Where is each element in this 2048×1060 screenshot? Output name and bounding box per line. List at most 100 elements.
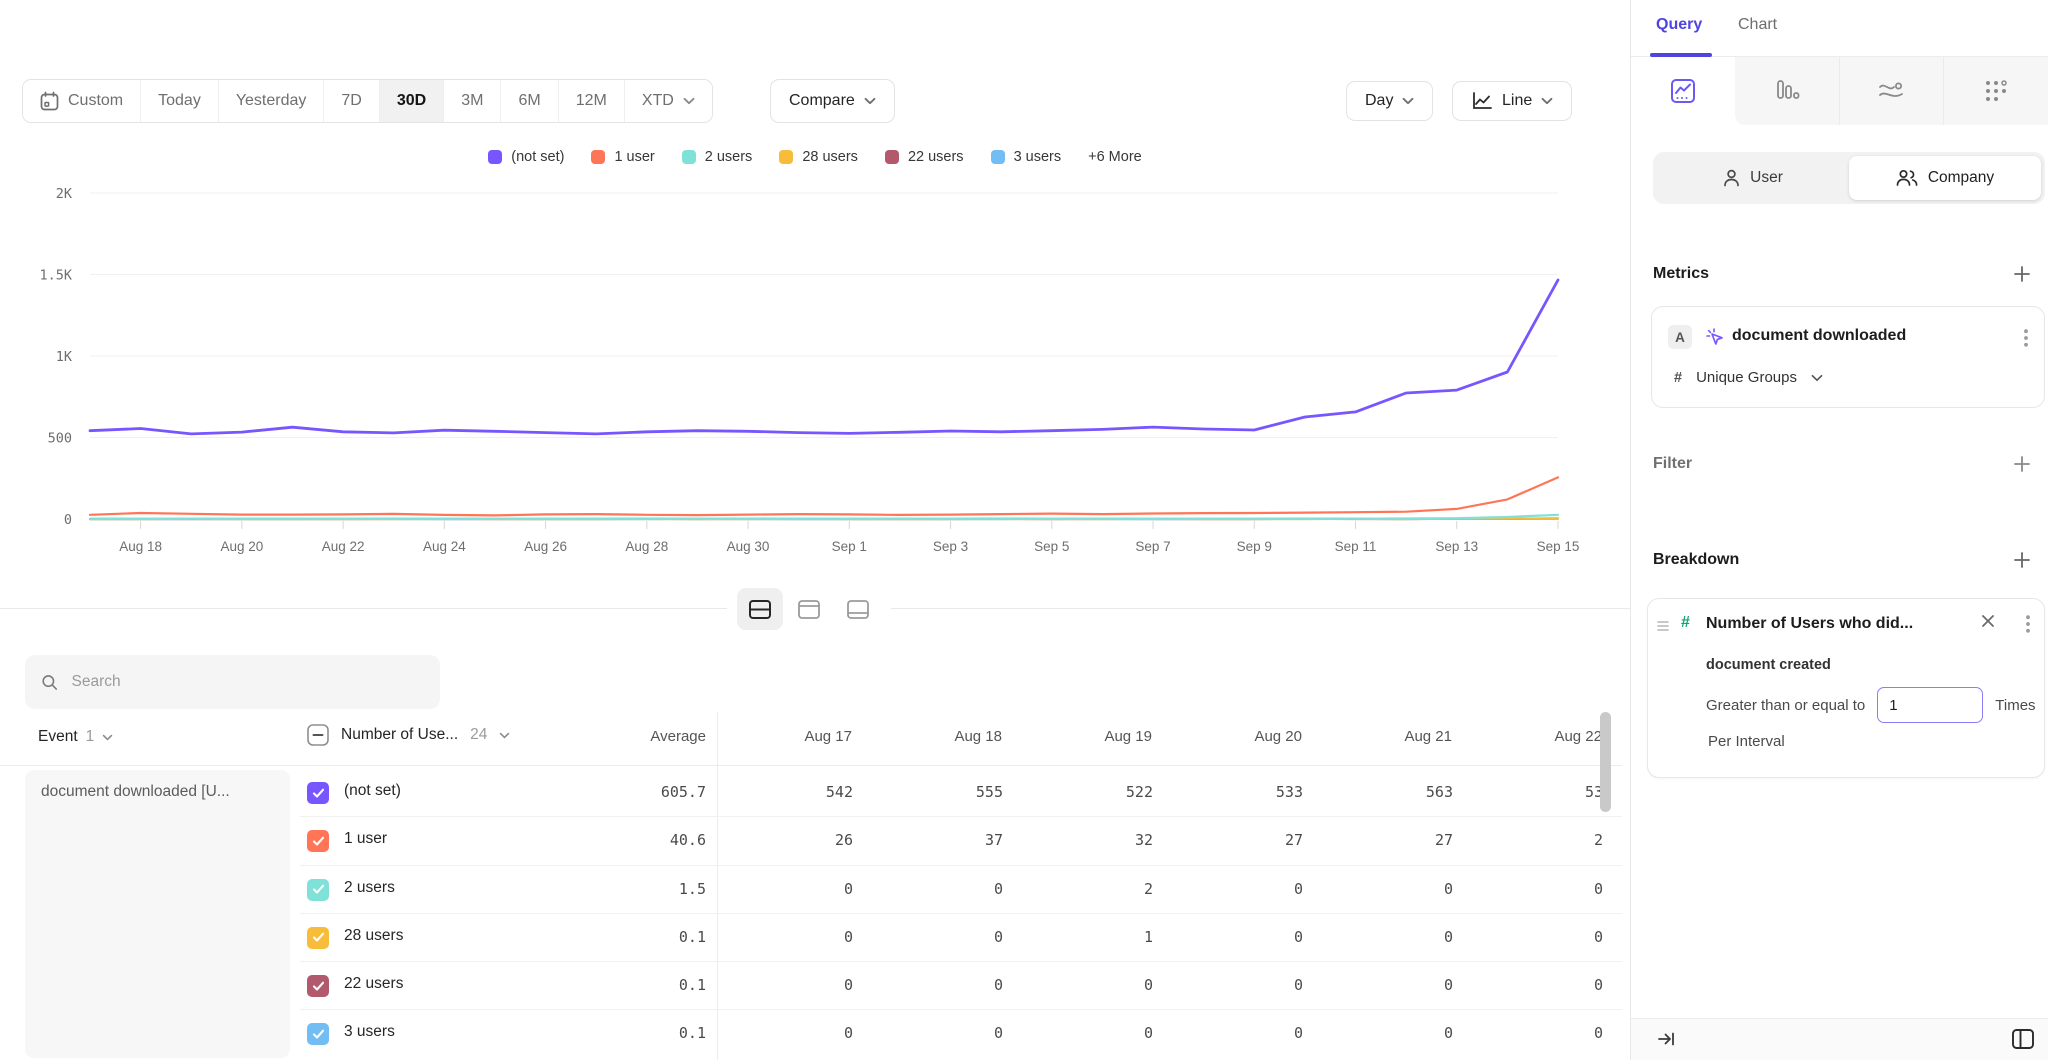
chart-type-more-button[interactable]	[1943, 57, 2048, 125]
search-input[interactable]	[71, 673, 424, 691]
range-custom[interactable]: Custom	[23, 80, 141, 122]
table-row[interactable]: 3 users0.1000000	[300, 1010, 1622, 1058]
add-metric-button[interactable]	[2010, 262, 2034, 286]
drag-handle-icon[interactable]	[1656, 619, 1670, 633]
add-filter-button[interactable]	[2010, 452, 2034, 476]
interval-button[interactable]: Day	[1346, 81, 1433, 121]
layout-chart-only-button[interactable]	[786, 588, 832, 630]
row-checkbox[interactable]	[307, 975, 329, 997]
range-today[interactable]: Today	[141, 80, 219, 122]
x-axis-tick-label: Aug 22	[322, 539, 365, 554]
cell-value: 555	[867, 783, 1017, 801]
series-line--not-set-	[90, 280, 1558, 434]
breakdown-condition-label[interactable]: Greater than or equal to	[1706, 697, 1865, 714]
row-checkbox[interactable]	[307, 1023, 329, 1045]
close-icon[interactable]	[1980, 613, 1996, 629]
add-breakdown-button[interactable]	[2010, 548, 2034, 572]
event-name-cell[interactable]: document downloaded [U...	[25, 770, 290, 1058]
segment-column-header[interactable]: Number of Use... 24	[307, 724, 510, 746]
row-average-value: 1.5	[450, 880, 706, 898]
collapse-panel-icon[interactable]	[1657, 1029, 1677, 1049]
row-average-value: 0.1	[450, 976, 706, 994]
cell-value: 0	[1317, 928, 1467, 946]
breakdown-card[interactable]: # Number of Users who did... document cr…	[1647, 598, 2045, 778]
range-label: 7D	[341, 92, 361, 110]
entity-toggle: User Company	[1653, 152, 2045, 204]
event-count: 1	[86, 728, 95, 746]
range-xtd[interactable]: XTD	[625, 80, 712, 122]
chevron-down-icon	[102, 734, 113, 741]
compare-button[interactable]: Compare	[770, 79, 895, 123]
plus-icon	[2013, 265, 2031, 283]
chart-type-funnel-button[interactable]	[1735, 57, 1839, 125]
cell-value: 2	[1467, 831, 1617, 849]
table-row[interactable]: (not set)605.754255552253356353	[300, 769, 1622, 817]
plus-icon	[2013, 455, 2031, 473]
table-row[interactable]: 2 users1.5002000	[300, 866, 1622, 914]
metric-aggregation-selector[interactable]: # Unique Groups	[1674, 369, 1823, 386]
cell-value: 542	[717, 783, 867, 801]
search-icon	[41, 673, 58, 692]
metric-card[interactable]: A document downloaded # Unique Groups	[1651, 306, 2045, 408]
chart-type-flow-button[interactable]	[1839, 57, 1944, 125]
table-row[interactable]: 22 users 0.1 000000	[300, 962, 1622, 1010]
row-checkbox[interactable]	[307, 782, 329, 804]
range-yesterday[interactable]: Yesterday	[219, 80, 325, 122]
layout-top-icon	[797, 599, 821, 620]
x-axis-tick-label: Aug 20	[220, 539, 263, 554]
chevron-down-icon	[499, 732, 510, 739]
range-3m[interactable]: 3M	[444, 80, 501, 122]
date-column-header: Aug 19	[1017, 728, 1167, 745]
entity-user-option[interactable]: User	[1657, 156, 1849, 200]
company-users-icon	[1896, 169, 1918, 187]
metric-letter-badge: A	[1668, 325, 1692, 349]
row-segment-label: (not set)	[344, 782, 401, 800]
table-row[interactable]: 28 users0.1001000	[300, 914, 1622, 962]
tab-query[interactable]: Query	[1656, 16, 1702, 34]
range-6m[interactable]: 6M	[501, 80, 558, 122]
metric-event-name[interactable]: document downloaded	[1732, 327, 1906, 345]
row-checkbox[interactable]	[307, 927, 329, 949]
indeterminate-checkbox[interactable]	[307, 724, 329, 746]
row-average-value: 40.6	[450, 831, 706, 849]
cell-value: 563	[1317, 783, 1467, 801]
tab-chart[interactable]: Chart	[1738, 16, 1777, 34]
range-label: 3M	[461, 92, 483, 110]
metric-aggregation-label: Unique Groups	[1696, 369, 1797, 386]
range-12m[interactable]: 12M	[559, 80, 625, 122]
query-panel: Query Chart	[1630, 0, 2048, 1060]
breakdown-kebab-icon[interactable]	[2026, 615, 2030, 633]
range-7d[interactable]: 7D	[324, 80, 379, 122]
cell-value: 1	[1017, 928, 1167, 946]
metric-kebab-icon[interactable]	[2024, 329, 2028, 347]
layout-split-button[interactable]	[737, 588, 783, 630]
cell-value: 0	[1467, 928, 1617, 946]
average-column-header: Average	[560, 728, 706, 745]
entity-company-option[interactable]: Company	[1849, 156, 2041, 200]
entity-company-label: Company	[1928, 169, 1994, 187]
panel-layout-icon[interactable]	[2011, 1028, 2035, 1050]
cell-value: 0	[1167, 976, 1317, 994]
date-column-header: Aug 17	[717, 728, 867, 745]
series-line-1-user	[90, 477, 1558, 515]
chart-style-button[interactable]: Line	[1452, 81, 1572, 121]
breakdown-event-name[interactable]: document created	[1706, 657, 1831, 673]
row-segment-label: 1 user	[344, 830, 387, 848]
range-30d[interactable]: 30D	[380, 80, 444, 122]
layout-table-only-button[interactable]	[835, 588, 881, 630]
y-axis-tick-label: 2K	[56, 186, 73, 202]
event-column-header[interactable]: Event 1	[38, 728, 113, 746]
table-row[interactable]: 1 user40.626373227272	[300, 817, 1622, 865]
row-segment-label: 22 users	[344, 975, 403, 993]
row-checkbox[interactable]	[307, 830, 329, 852]
row-values: 000000	[717, 976, 1617, 994]
row-checkbox[interactable]	[307, 879, 329, 901]
main-area: Custom TodayYesterday 7D 30D 3M 6M12MXTD Comp…	[0, 0, 1630, 1060]
breakdown-unit-label: Times	[1995, 697, 2035, 714]
breakdown-per-interval-label[interactable]: Per Interval	[1708, 733, 1785, 750]
range-label: Custom	[68, 92, 123, 110]
vertical-scrollbar[interactable]	[1600, 712, 1611, 812]
breakdown-value-input[interactable]	[1877, 687, 1983, 723]
chart-type-line-button[interactable]	[1631, 57, 1735, 125]
breakdown-title[interactable]: Number of Users who did...	[1706, 615, 1913, 633]
